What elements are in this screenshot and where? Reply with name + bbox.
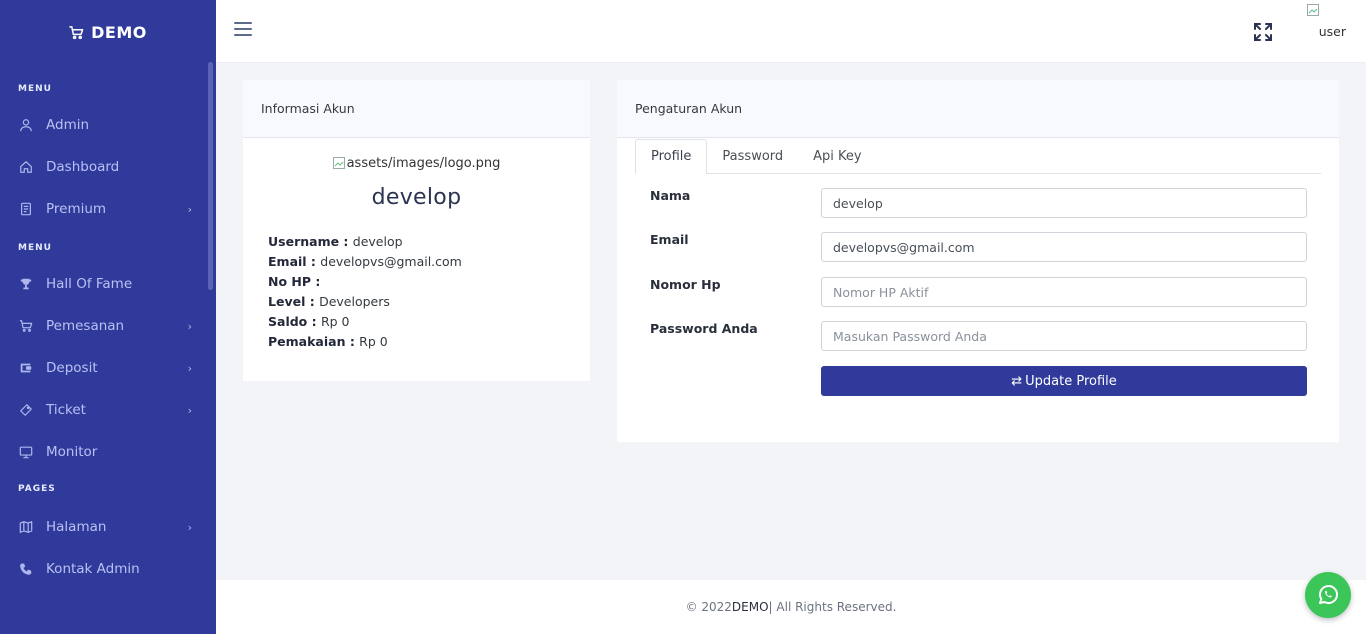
cart-icon <box>18 318 34 334</box>
menu-section-title: MENU <box>18 243 52 253</box>
logo-image: assets/images/logo.png <box>243 156 590 171</box>
info-key: Email <box>268 254 307 269</box>
info-value: Rp 0 <box>359 334 388 349</box>
sidebar-item-hall-of-fame[interactable]: Hall Of Fame <box>0 263 216 305</box>
sidebar-item-label: Pemesanan <box>46 318 125 334</box>
account-settings-title: Pengaturan Akun <box>617 80 1339 138</box>
document-icon <box>18 201 34 217</box>
topbar: user <box>216 0 1366 63</box>
phone-label: Nomor Hp <box>650 277 721 292</box>
monitor-icon <box>18 444 34 460</box>
email-field[interactable]: developvs@gmail.com <box>821 232 1307 262</box>
settings-tabs: Profile Password Api Key <box>635 139 1321 174</box>
info-key: Saldo <box>268 314 308 329</box>
broken-image-icon <box>1307 4 1319 16</box>
sidebar-item-label: Premium <box>46 201 107 217</box>
tab-api-key[interactable]: Api Key <box>798 139 876 173</box>
info-row-saldo: Saldo : Rp 0 <box>268 314 350 329</box>
sidebar: DEMO MENU Admin Dashboard Premium › MENU… <box>0 0 216 634</box>
profile-name: develop <box>371 185 462 210</box>
chevron-right-icon: › <box>187 202 192 216</box>
footer-prefix: © 2022 <box>685 600 732 614</box>
sidebar-scrollbar[interactable] <box>208 62 213 290</box>
email-label: Email <box>650 232 689 247</box>
footer-brand-link[interactable]: DEMO <box>732 600 769 614</box>
whatsapp-icon <box>1319 585 1338 604</box>
info-value: Developers <box>319 294 390 309</box>
info-row-username: Username : develop <box>268 234 403 249</box>
sidebar-item-label: Deposit <box>46 360 98 376</box>
phone-icon <box>18 561 34 577</box>
info-row-phone: No HP : <box>268 274 321 289</box>
trophy-icon <box>18 276 34 292</box>
brand-logo[interactable]: DEMO <box>0 0 216 64</box>
sidebar-item-halaman[interactable]: Halaman › <box>0 506 216 548</box>
brand-name: DEMO <box>91 22 147 42</box>
sidebar-item-monitor[interactable]: Monitor <box>0 431 216 473</box>
map-icon <box>18 519 34 535</box>
user-icon <box>18 117 34 133</box>
name-field[interactable]: develop <box>821 188 1307 218</box>
account-info-card: Informasi Akun assets/images/logo.png de… <box>243 80 590 381</box>
info-row-email: Email : developvs@gmail.com <box>268 254 462 269</box>
info-key: Pemakaian <box>268 334 346 349</box>
info-key: Username <box>268 234 340 249</box>
sidebar-item-label: Halaman <box>46 519 107 535</box>
info-row-pemakaian: Pemakaian : Rp 0 <box>268 334 388 349</box>
update-profile-label: Update Profile <box>1025 373 1117 389</box>
home-icon <box>18 159 34 175</box>
cart-icon <box>69 25 84 40</box>
sidebar-item-label: Admin <box>46 117 90 133</box>
logo-alt-text: assets/images/logo.png <box>346 156 501 171</box>
info-key: Level <box>268 294 306 309</box>
sidebar-item-admin[interactable]: Admin <box>0 104 216 146</box>
info-value: developvs@gmail.com <box>320 254 462 269</box>
password-field[interactable]: Masukan Password Anda <box>821 321 1307 351</box>
ticket-icon <box>18 402 34 418</box>
whatsapp-button[interactable] <box>1305 572 1351 618</box>
sidebar-item-label: Ticket <box>46 402 86 418</box>
exchange-icon: ⇄ <box>1011 373 1023 389</box>
info-value: develop <box>352 234 403 249</box>
sidebar-item-kontak-admin[interactable]: Kontak Admin <box>0 548 216 590</box>
sidebar-item-label: Monitor <box>46 444 98 460</box>
name-label: Nama <box>650 188 691 203</box>
footer-suffix: | All Rights Reserved. <box>768 600 897 614</box>
sidebar-item-premium[interactable]: Premium › <box>0 188 216 230</box>
account-settings-card: Pengaturan Akun Profile Password Api Key… <box>617 80 1339 442</box>
menu-section-title: MENU <box>18 84 52 94</box>
sidebar-item-ticket[interactable]: Ticket › <box>0 389 216 431</box>
password-label: Password Anda <box>650 321 758 336</box>
sidebar-item-label: Kontak Admin <box>46 561 140 577</box>
info-value: Rp 0 <box>320 314 350 329</box>
account-info-list: Username : develop Email : developvs@gma… <box>243 232 590 352</box>
user-avatar-alt: user <box>1318 24 1346 39</box>
tab-password[interactable]: Password <box>707 139 798 173</box>
sidebar-item-label: Hall Of Fame <box>46 276 133 292</box>
sidebar-item-dashboard[interactable]: Dashboard <box>0 146 216 188</box>
sidebar-item-label: Dashboard <box>46 159 120 175</box>
pages-section-title: PAGES <box>18 484 56 494</box>
chevron-right-icon: › <box>187 520 192 534</box>
chevron-right-icon: › <box>187 361 192 375</box>
sidebar-item-deposit[interactable]: Deposit › <box>0 347 216 389</box>
footer: © 2022 DEMO | All Rights Reserved. <box>216 580 1366 634</box>
phone-field[interactable]: Nomor HP Aktif <box>821 277 1307 307</box>
info-row-level: Level : Developers <box>268 294 390 309</box>
info-key: No HP <box>268 274 312 289</box>
wallet-icon <box>18 360 34 376</box>
update-profile-button[interactable]: ⇄ Update Profile <box>821 366 1307 396</box>
chevron-right-icon: › <box>187 319 192 333</box>
tab-profile[interactable]: Profile <box>635 139 708 174</box>
sidebar-item-pemesanan[interactable]: Pemesanan › <box>0 305 216 347</box>
account-info-title: Informasi Akun <box>243 80 590 138</box>
broken-image-icon <box>332 157 345 169</box>
chevron-right-icon: › <box>187 403 192 417</box>
user-avatar[interactable]: user <box>1304 4 1352 44</box>
menu-toggle-icon[interactable] <box>234 22 252 38</box>
fullscreen-icon[interactable] <box>1254 23 1272 45</box>
